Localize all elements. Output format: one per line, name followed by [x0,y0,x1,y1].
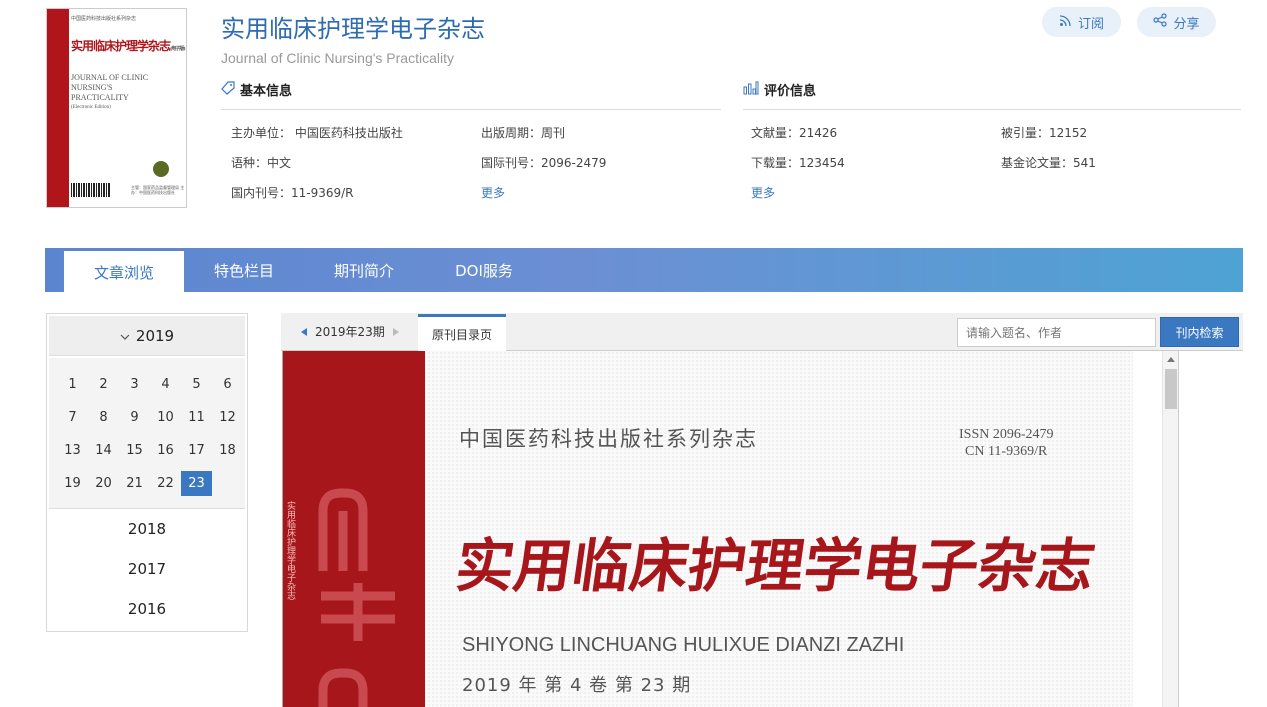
share-icon [1153,13,1168,31]
cover-seal-icon [153,161,169,177]
main-nav-bar: 文章浏览 特色栏目 期刊简介 DOI服务 [45,248,1243,293]
cover-title: 实用临床护理学电子杂志 [451,532,1100,600]
scroll-thumb[interactable] [1165,369,1177,409]
cover-thumb-title: 实用临床护理学杂志(电子版) [71,39,186,53]
year-toggle[interactable]: 2019 [49,316,245,356]
issn-info: 国际刊号：2096-2479 [481,156,607,170]
year-item-2018[interactable]: 2018 [47,520,247,538]
sponsor-info: 主办单位： 中国医药科技出版社 [231,126,403,140]
funded-paper-count: 基金论文量：541 [1001,156,1096,170]
cover-logo-mark [318,488,395,707]
tag-icon [221,80,235,99]
frequency-info: 出版周期：周刊 [481,126,566,140]
issue-19[interactable]: 19 [57,471,88,496]
issue-17[interactable]: 17 [181,438,212,463]
issue-21[interactable]: 21 [119,471,150,496]
viewer-toolbar: 2019年23期 原刊目录页 刊内检索 [281,313,1243,351]
cover-issn: ISSN 2096-2479 [959,427,1054,442]
tab-article-browse[interactable]: 文章浏览 [64,249,184,293]
in-journal-search-button[interactable]: 刊内检索 [1160,317,1239,347]
issue-8[interactable]: 8 [88,405,119,430]
tab-doi-service[interactable]: DOI服务 [424,248,544,292]
issue-6[interactable]: 6 [212,372,243,397]
evaluation-info-divider [743,109,1241,110]
page-viewer[interactable]: 实用临床护理学电子杂志 中国医药科技出版社系列杂志 ISSN 2096-2479… [282,351,1179,707]
previous-issue-icon[interactable] [301,327,307,336]
literature-count: 文献量：21426 [751,126,838,140]
issue-22[interactable]: 22 [150,471,181,496]
tab-journal-intro[interactable]: 期刊简介 [304,248,424,292]
cover-series-line: 中国医药科技出版社系列杂志 [459,427,758,451]
basic-info-more-link[interactable]: 更多 [481,184,505,201]
cover-spine [47,9,69,207]
journal-title: 实用临床护理学电子杂志 [221,15,485,43]
issue-13[interactable]: 13 [57,438,88,463]
issue-16[interactable]: 16 [150,438,181,463]
scroll-up-icon[interactable] [1167,357,1175,362]
current-issue-label: 2019年23期 [315,325,385,339]
issue-11[interactable]: 11 [181,405,212,430]
year-item-2017[interactable]: 2017 [47,560,247,578]
issue-7[interactable]: 7 [57,405,88,430]
cover-issue-line: 2019 年 第 4 卷 第 23 期 [462,675,692,696]
subscribe-button[interactable]: 订阅 [1042,7,1121,37]
journal-english-title: Journal of Clinic Nursing's Practicality [221,50,454,66]
evaluation-more-link[interactable]: 更多 [751,184,775,201]
evaluation-info-heading: 评价信息 [743,80,816,99]
issue-18[interactable]: 18 [212,438,243,463]
download-count: 下载量：123454 [751,156,845,170]
year-issue-panel: 2019 1 2 3 4 5 6 7 8 9 10 11 12 13 14 15 16 17 18 19 20 21 22… [46,313,248,632]
issue-9[interactable]: 9 [119,405,150,430]
issue-4[interactable]: 4 [150,372,181,397]
barcode-icon [71,183,111,197]
issue-grid: 1 2 3 4 5 6 7 8 9 10 11 12 13 14 15 16 17 18 19 20 21 22 23 [49,358,245,509]
issue-23[interactable]: 23 [181,471,212,496]
cover-pinyin-title: SHIYONG LINCHUANG HULIXUE DIANZI ZAZHI [462,634,905,656]
next-issue-icon[interactable] [392,327,399,336]
share-label: 分享 [1173,16,1200,32]
viewer-scrollbar[interactable] [1162,351,1178,707]
issue-5[interactable]: 5 [181,372,212,397]
basic-info-heading: 基本信息 [221,80,292,99]
in-journal-search-input[interactable] [957,318,1156,347]
year-item-2016[interactable]: 2016 [47,600,247,618]
issue-14[interactable]: 14 [88,438,119,463]
tab-original-toc-page[interactable]: 原刊目录页 [418,314,506,351]
cover-cn: CN 11-9369/R [965,444,1048,459]
issue-navigator: 2019年23期 [301,323,399,340]
cover-page-image: 实用临床护理学电子杂志 中国医药科技出版社系列杂志 ISSN 2096-2479… [283,351,1133,707]
journal-cover-thumbnail[interactable]: 中国医药科技出版社系列杂志 实用临床护理学杂志(电子版) JOURNAL OF … [46,8,187,208]
issue-20[interactable]: 20 [88,471,119,496]
basic-info-divider [221,109,721,110]
cn-info: 国内刊号：11-9369/R [231,186,354,200]
issue-1[interactable]: 1 [57,372,88,397]
subscribe-label: 订阅 [1077,16,1104,32]
issue-12[interactable]: 12 [212,405,243,430]
issue-3[interactable]: 3 [119,372,150,397]
cover-thumb-en-title: JOURNAL OF CLINIC NURSING'S PRACTICALITY… [71,73,149,110]
bar-chart-icon [743,81,759,99]
cover-thumb-publisher: 主管：国家药品监督管理局 主办：中国医药科技出版社 [131,185,185,195]
rss-icon [1059,14,1072,31]
cover-red-band: 实用临床护理学电子杂志 [283,351,425,707]
language-info: 语种：中文 [231,156,292,170]
tab-featured-columns[interactable]: 特色栏目 [184,248,304,292]
share-button[interactable]: 分享 [1137,7,1216,37]
current-year: 2019 [135,326,175,345]
citation-count: 被引量：12152 [1001,126,1088,140]
chevron-down-icon [120,327,130,345]
cover-thumb-series: 中国医药科技出版社系列杂志 [71,16,137,22]
issue-15[interactable]: 15 [119,438,150,463]
issue-2[interactable]: 2 [88,372,119,397]
issue-10[interactable]: 10 [150,405,181,430]
